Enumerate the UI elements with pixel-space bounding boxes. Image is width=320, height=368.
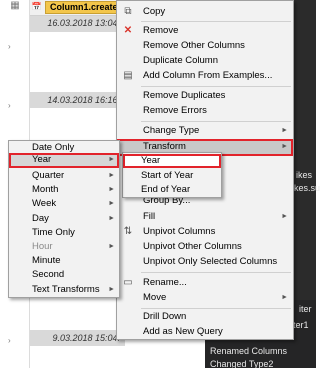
remove-x-icon: ✕: [123, 25, 133, 36]
unpivot-icon: ⇅: [123, 226, 133, 237]
menu-item-label: Remove Duplicates: [143, 90, 226, 101]
menu-item-label: Unpivot Columns: [143, 226, 216, 237]
submenu-item-quarter[interactable]: Quarter ►: [9, 169, 119, 183]
submenu-item-day[interactable]: Day ►: [9, 212, 119, 226]
menu-item-label: Remove Other Columns: [143, 40, 245, 51]
menu-separator: [141, 21, 291, 22]
menu-item-label: Week: [32, 198, 57, 209]
menu-item-remove-duplicates[interactable]: Remove Duplicates: [117, 88, 293, 104]
menu-separator: [141, 272, 291, 273]
submenu-item-text-transforms[interactable]: Text Transforms ►: [9, 283, 119, 297]
submenu-arrow-icon: ►: [108, 186, 115, 193]
menu-item-label: Hour: [32, 241, 53, 252]
menu-item-label: Move: [143, 292, 167, 303]
add-column-examples-icon: ▤: [123, 70, 133, 81]
menu-item-label: Minute: [32, 255, 61, 266]
submenu-arrow-icon: ►: [108, 243, 115, 250]
menu-item-duplicate-column[interactable]: Duplicate Column: [117, 53, 293, 69]
menu-item-fill[interactable]: Fill ►: [117, 209, 293, 225]
submenu-item-end-of-year[interactable]: End of Year: [123, 183, 221, 197]
menu-separator: [141, 121, 291, 122]
menu-item-label: Time Only: [32, 227, 75, 238]
menu-item-label: Start of Year: [141, 170, 194, 181]
row-marker-icon: ›: [8, 101, 11, 110]
menu-item-label: Year: [141, 155, 161, 166]
applied-step[interactable]: Changed Type2: [210, 359, 273, 368]
submenu-item-second[interactable]: Second: [9, 268, 119, 282]
menu-item-label: End of Year: [141, 184, 191, 195]
menu-item-label: Day: [32, 213, 49, 224]
submenu-item-minute[interactable]: Minute: [9, 254, 119, 268]
menu-item-label: Text Transforms: [32, 284, 100, 295]
menu-item-label: Copy: [143, 6, 166, 17]
menu-item-move[interactable]: Move ►: [117, 290, 293, 306]
menu-item-label: Remove: [143, 25, 179, 36]
submenu-arrow-icon: ►: [108, 286, 115, 293]
submenu-arrow-icon: ►: [108, 156, 115, 163]
submenu-arrow-icon: ►: [281, 143, 288, 150]
menu-item-unpivot-only-selected[interactable]: Unpivot Only Selected Columns: [117, 254, 293, 270]
panel-text-fragment: ikes: [296, 170, 313, 180]
submenu-arrow-icon: ►: [108, 172, 115, 179]
menu-item-label: Add as New Query: [143, 326, 223, 337]
table-cell[interactable]: 9.03.2018 15:04:: [32, 333, 124, 347]
menu-item-remove[interactable]: ✕ Remove: [117, 23, 293, 39]
menu-separator: [141, 86, 291, 87]
submenu-item-month[interactable]: Month ►: [9, 183, 119, 197]
submenu-item-time-only[interactable]: Time Only: [9, 226, 119, 240]
menu-item-remove-other-columns[interactable]: Remove Other Columns: [117, 38, 293, 54]
table-cell[interactable]: 16.03.2018 13:04:: [32, 18, 124, 32]
menu-item-label: Unpivot Other Columns: [143, 241, 242, 252]
row-marker-icon: ›: [8, 42, 11, 51]
applied-step[interactable]: Renamed Columns: [210, 346, 287, 356]
submenu-item-start-of-year[interactable]: Start of Year: [123, 169, 221, 183]
menu-item-label: Year: [32, 154, 52, 165]
submenu-item-year[interactable]: Year: [123, 154, 221, 168]
table-menu-icon[interactable]: ▦: [9, 0, 21, 12]
menu-item-change-type[interactable]: Change Type ►: [117, 123, 293, 139]
menu-item-remove-errors[interactable]: Remove Errors: [117, 103, 293, 119]
row-marker-icon: ›: [8, 336, 11, 345]
submenu-arrow-icon: ►: [108, 215, 115, 222]
menu-item-label: Drill Down: [143, 311, 187, 322]
submenu-arrow-icon: ►: [281, 127, 288, 134]
menu-item-add-column-from-examples[interactable]: ▤ Add Column From Examples...: [117, 68, 293, 84]
menu-item-label: Quarter: [32, 170, 65, 181]
menu-item-label: Second: [32, 269, 65, 280]
panel-text-fragment: ikes.su: [292, 183, 320, 193]
menu-item-unpivot-columns[interactable]: ⇅ Unpivot Columns: [117, 224, 293, 240]
submenu-item-year[interactable]: Year ►: [9, 153, 119, 168]
submenu-arrow-icon: ►: [281, 294, 288, 301]
menu-item-label: Add Column From Examples...: [143, 70, 273, 81]
date-submenu: Date Only Year ► Quarter ► Month ► Week …: [8, 140, 120, 298]
submenu-item-week[interactable]: Week ►: [9, 197, 119, 211]
calendar-clock-icon[interactable]: 📅: [31, 1, 42, 13]
transform-submenu: Year Start of Year End of Year: [122, 152, 222, 198]
rename-icon: ▭: [123, 277, 133, 288]
copy-icon: ⧉: [124, 6, 132, 17]
menu-item-copy[interactable]: ⧉ Copy: [117, 4, 293, 20]
submenu-item-hour[interactable]: Hour ►: [9, 240, 119, 254]
menu-item-label: Duplicate Column: [143, 55, 218, 66]
table-cell[interactable]: 14.03.2018 16:16:: [32, 95, 124, 109]
menu-item-label: Remove Errors: [143, 105, 207, 116]
menu-item-label: Rename...: [143, 277, 187, 288]
applied-step[interactable]: iter: [299, 304, 312, 314]
menu-item-rename[interactable]: ▭ Rename...: [117, 275, 293, 291]
menu-item-add-as-new-query[interactable]: Add as New Query: [117, 324, 293, 340]
menu-item-label: Fill: [143, 211, 156, 222]
menu-item-drill-down[interactable]: Drill Down: [117, 309, 293, 325]
menu-item-label: Date Only: [32, 142, 75, 153]
menu-item-label: Transform: [143, 141, 186, 152]
menu-item-label: Month: [32, 184, 59, 195]
menu-item-unpivot-other-columns[interactable]: Unpivot Other Columns: [117, 239, 293, 255]
column-header-name[interactable]: Column1.created_t: [45, 1, 119, 14]
menu-item-label: Unpivot Only Selected Columns: [143, 256, 278, 267]
submenu-arrow-icon: ►: [281, 213, 288, 220]
submenu-arrow-icon: ►: [108, 200, 115, 207]
menu-item-label: Change Type: [143, 125, 200, 136]
